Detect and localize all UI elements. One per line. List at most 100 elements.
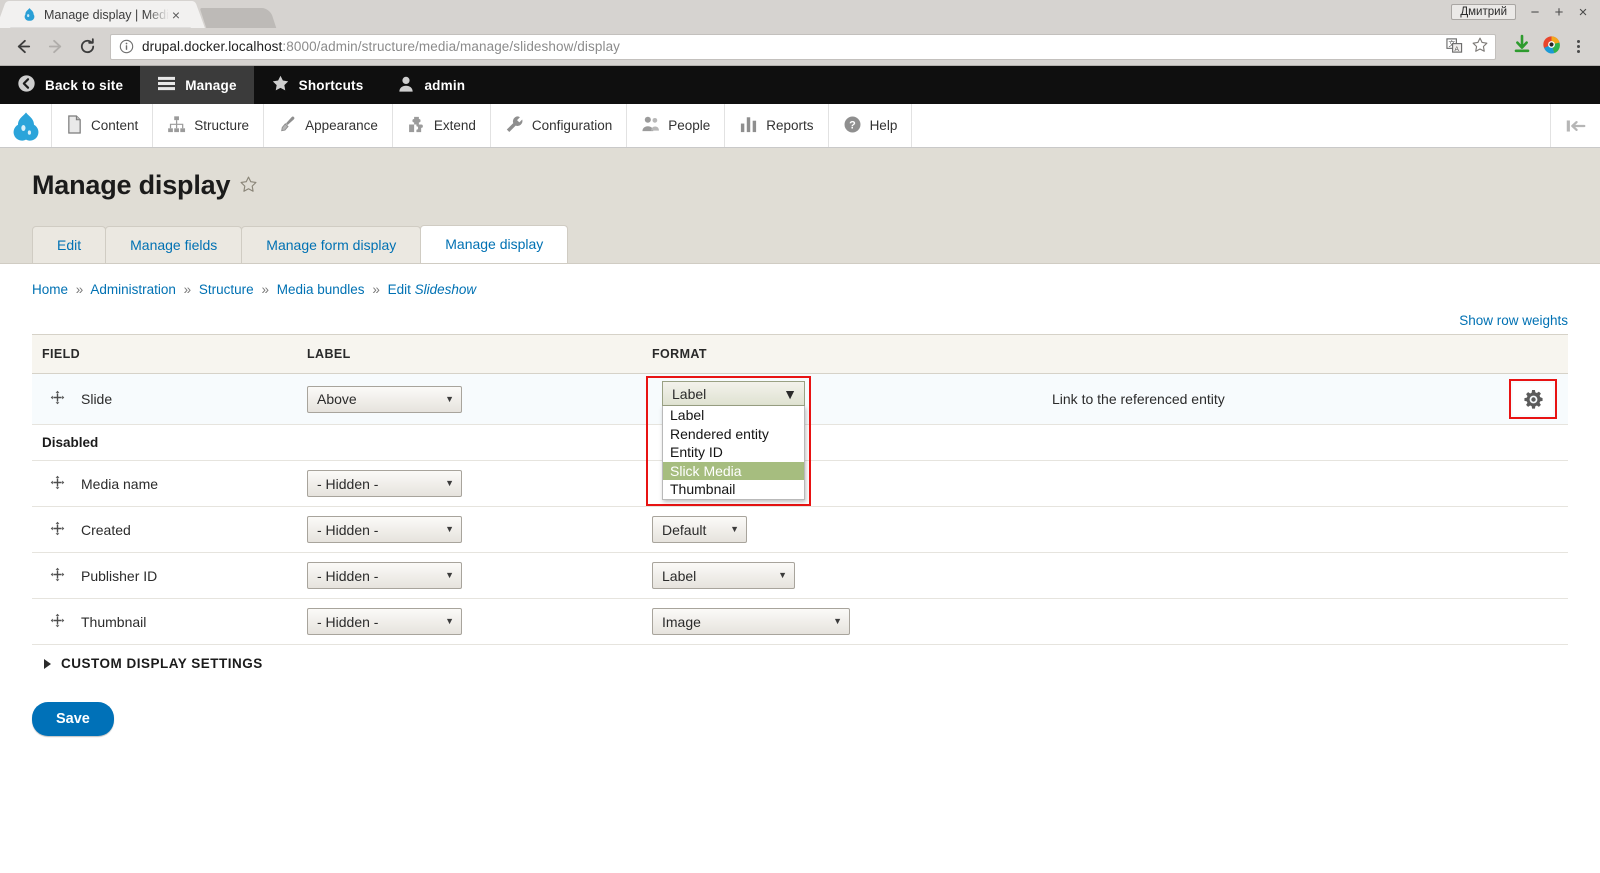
label-select-slide[interactable]: Above ▼ — [307, 385, 462, 413]
toolbar-shortcuts[interactable]: Shortcuts — [254, 66, 381, 104]
menu-item-appearance-label: Appearance — [305, 118, 378, 133]
info-icon[interactable] — [119, 39, 134, 54]
menu-item-content-label: Content — [91, 118, 139, 133]
translate-icon[interactable]: 文A — [1446, 37, 1463, 57]
format-select-created[interactable]: Default ▼ — [652, 516, 747, 543]
row-summary-cell — [1042, 460, 1498, 507]
option-thumbnail[interactable]: Thumbnail — [663, 480, 804, 499]
page-content: Home » Administration » Structure » Medi… — [0, 264, 1600, 736]
drag-handle-icon[interactable] — [50, 475, 65, 493]
row-summary-cell — [1042, 598, 1498, 645]
structure-icon — [167, 115, 186, 137]
option-slick-media[interactable]: Slick Media — [663, 461, 804, 480]
row-settings-cell — [1498, 552, 1568, 599]
table-header-row: FIELD LABEL FORMAT — [32, 334, 1568, 374]
svg-text:?: ? — [849, 119, 856, 131]
minimize-icon[interactable]: − — [1524, 2, 1546, 22]
custom-display-settings[interactable]: CUSTOM DISPLAY SETTINGS — [32, 645, 1568, 682]
new-tab-button[interactable] — [199, 8, 277, 28]
option-entity-id[interactable]: Entity ID — [663, 443, 804, 462]
drag-handle-icon[interactable] — [50, 567, 65, 585]
menu-item-structure[interactable]: Structure — [153, 104, 265, 147]
menu-item-content[interactable]: Content — [52, 104, 154, 147]
page-title-text: Manage display — [32, 170, 231, 200]
bookmark-star-icon[interactable] — [1471, 36, 1489, 57]
url-text: drupal.docker.localhost:8000/admin/struc… — [142, 39, 1440, 54]
row-summary-cell: Link to the referenced entity — [1042, 373, 1498, 425]
gear-icon[interactable] — [1509, 379, 1557, 419]
browser-tab[interactable]: Manage display | Medi × — [8, 1, 194, 28]
breadcrumb-separator: » — [372, 282, 380, 297]
menu-item-help[interactable]: ? Help — [829, 104, 913, 147]
show-row-weights-label: Show row weights — [1459, 313, 1568, 328]
drag-handle-icon[interactable] — [50, 390, 65, 408]
label-select-thumbnail[interactable]: - Hidden - ▼ — [307, 608, 462, 635]
breadcrumb-media-bundles[interactable]: Media bundles — [277, 282, 365, 297]
tab-manage-form-display[interactable]: Manage form display — [241, 226, 422, 263]
browser-titlebar: Manage display | Medi × Дмитрий − + × — [0, 0, 1600, 28]
close-icon[interactable]: × — [169, 6, 183, 24]
option-rendered-entity[interactable]: Rendered entity — [663, 425, 804, 444]
save-button[interactable]: Save — [32, 702, 114, 736]
toolbar-orientation-icon[interactable] — [1550, 104, 1600, 147]
window-user-label[interactable]: Дмитрий — [1451, 4, 1516, 20]
breadcrumb-edit-slideshow[interactable]: Edit Slideshow — [388, 282, 477, 297]
label-select-publisher-id-value: - Hidden - — [317, 567, 379, 584]
row-format-cell: Label ▼ — [642, 552, 1042, 599]
drupal-logo-icon[interactable] — [0, 104, 52, 147]
url-path: :8000/admin/structure/media/manage/slide… — [282, 39, 621, 54]
menu-item-extend[interactable]: Extend — [393, 104, 491, 147]
back-icon[interactable] — [8, 32, 38, 62]
breadcrumb-structure[interactable]: Structure — [199, 282, 254, 297]
back-arrow-circle-icon — [17, 74, 36, 96]
breadcrumb-home[interactable]: Home — [32, 282, 68, 297]
breadcrumb-administration[interactable]: Administration — [90, 282, 176, 297]
tab-manage-display[interactable]: Manage display — [420, 225, 569, 263]
address-bar[interactable]: drupal.docker.localhost:8000/admin/struc… — [110, 33, 1496, 60]
reload-icon[interactable] — [72, 32, 102, 62]
row-field-cell: Media name — [32, 460, 297, 507]
header-format: FORMAT — [642, 334, 1042, 374]
label-select-media-name[interactable]: - Hidden - ▼ — [307, 470, 462, 497]
star-outline-icon[interactable] — [239, 170, 258, 201]
menu-item-appearance[interactable]: Appearance — [264, 104, 393, 147]
drag-handle-icon[interactable] — [50, 521, 65, 539]
toolbar-user-admin[interactable]: admin — [380, 66, 482, 104]
hamburger-icon — [157, 75, 176, 95]
drag-handle-icon[interactable] — [50, 613, 65, 631]
maximize-icon[interactable]: + — [1548, 2, 1570, 22]
toolbar-back-to-site[interactable]: Back to site — [0, 66, 140, 104]
format-select-publisher-id[interactable]: Label ▼ — [652, 562, 795, 589]
label-select-created[interactable]: - Hidden - ▼ — [307, 516, 462, 543]
menu-item-reports[interactable]: Reports — [725, 104, 829, 147]
show-row-weights-link[interactable]: Show row weights — [32, 313, 1568, 334]
format-select-thumbnail[interactable]: Image ▼ — [652, 608, 850, 635]
menu-item-people-label: People — [668, 118, 711, 133]
toolbar-manage[interactable]: Manage — [140, 66, 254, 104]
row-settings-cell — [1498, 506, 1568, 553]
toolbar-user-label: admin — [424, 77, 466, 93]
tab-edit[interactable]: Edit — [32, 226, 107, 263]
tab-manage-fields-label: Manage fields — [130, 237, 218, 253]
window-close-icon[interactable]: × — [1572, 2, 1594, 22]
row-format-cell: Label ▼ Label Rendered entity Entity ID … — [642, 373, 1042, 506]
label-select-publisher-id[interactable]: - Hidden - ▼ — [307, 562, 462, 589]
option-label[interactable]: Label — [663, 406, 804, 425]
wrench-icon — [505, 115, 524, 137]
tab-edit-label: Edit — [57, 237, 82, 253]
browser-tab-title: Manage display | Medi — [44, 7, 169, 22]
extension-icon[interactable] — [1542, 35, 1561, 59]
format-select-publisher-id-value: Label — [662, 567, 697, 584]
download-icon[interactable] — [1512, 34, 1532, 59]
chrome-menu-icon[interactable] — [1571, 40, 1588, 53]
menu-item-people[interactable]: People — [627, 104, 726, 147]
forward-icon[interactable] — [40, 32, 70, 62]
custom-display-settings-summary[interactable]: CUSTOM DISPLAY SETTINGS — [32, 645, 1568, 682]
menu-item-configuration[interactable]: Configuration — [491, 104, 628, 147]
table-row: Publisher ID - Hidden - ▼ Label ▼ — [32, 552, 1568, 599]
tab-manage-fields[interactable]: Manage fields — [105, 226, 243, 263]
breadcrumb-separator: » — [261, 282, 269, 297]
row-field-label: Slide — [81, 391, 113, 407]
format-select-slide[interactable]: Label ▼ — [662, 381, 805, 406]
file-icon — [66, 114, 83, 137]
